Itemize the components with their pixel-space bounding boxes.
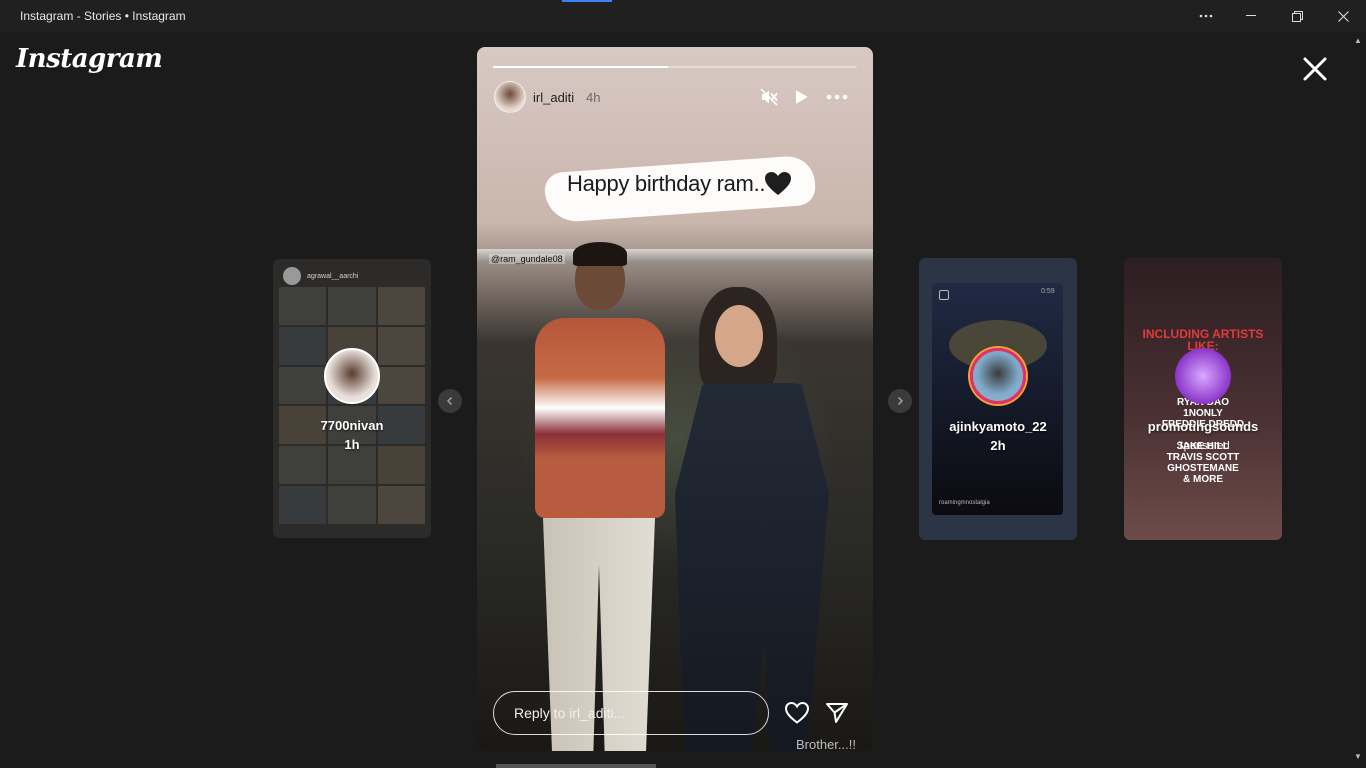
share-button[interactable]	[823, 699, 851, 727]
scroll-up-icon[interactable]: ▲	[1354, 36, 1362, 45]
story-time: 4h	[586, 90, 601, 105]
avatar	[1175, 348, 1231, 404]
story-username: promotingsounds	[1147, 419, 1259, 434]
chevron-left-icon	[446, 396, 453, 406]
window-titlebar: Instagram - Stories • Instagram	[0, 0, 1366, 32]
side-story-card[interactable]: 0:59 roamingmnostalgia ajinkyamoto_22 2h	[919, 258, 1077, 540]
more-horizontal-icon	[1199, 14, 1213, 18]
more-options-button[interactable]	[1183, 0, 1229, 32]
avatar	[283, 267, 301, 285]
previous-story-button[interactable]	[438, 389, 462, 413]
instagram-logo[interactable]: Instagram	[16, 44, 163, 74]
side-story-card[interactable]: agrawal__aarchi 7700nivan 1h	[273, 259, 431, 538]
story-more-button[interactable]	[825, 85, 849, 109]
sponsored-label: Sponsored	[1176, 440, 1230, 452]
minimize-button[interactable]	[1228, 0, 1274, 32]
scroll-down-icon[interactable]: ▼	[1354, 752, 1362, 761]
close-window-button[interactable]	[1320, 0, 1366, 32]
close-icon	[1337, 10, 1349, 22]
preview-footer: roamingmnostalgia	[939, 500, 990, 506]
black-heart-icon	[765, 172, 791, 195]
close-stories-button[interactable]	[1300, 54, 1330, 84]
like-button[interactable]	[783, 699, 811, 727]
avatar	[970, 348, 1026, 404]
story-progress-bar	[493, 66, 857, 68]
more-horizontal-icon	[826, 94, 848, 100]
close-icon	[1303, 57, 1327, 81]
minimize-icon	[1246, 15, 1256, 16]
avatar	[324, 348, 380, 404]
mute-button[interactable]	[757, 85, 781, 109]
avatar[interactable]	[494, 81, 526, 113]
play-button[interactable]	[789, 85, 813, 109]
send-icon	[826, 703, 848, 723]
next-story-button[interactable]	[888, 389, 912, 413]
story-photo-person	[667, 287, 837, 751]
story-time: 1h	[344, 437, 360, 452]
restore-icon	[1291, 10, 1303, 22]
preview-username: agrawal__aarchi	[307, 272, 359, 280]
chevron-right-icon	[897, 396, 904, 406]
reel-icon	[939, 290, 949, 300]
bottom-scroll-indicator	[496, 764, 656, 768]
page-scrollbar[interactable]: ▲ ▼	[1350, 32, 1366, 768]
story-username: 7700nivan	[320, 418, 384, 433]
story-time: 2h	[990, 438, 1006, 453]
reply-input[interactable]	[493, 691, 769, 735]
heart-icon	[784, 701, 810, 724]
story-username[interactable]: irl_aditi	[533, 90, 574, 105]
ad-line: TRAVIS SCOTT	[1166, 452, 1240, 463]
preview-user: agrawal__aarchi	[283, 267, 358, 285]
main-story[interactable]: irl_aditi 4h Happy birthday ram.. @ram_g…	[477, 47, 873, 751]
ad-line: & MORE	[1183, 474, 1223, 485]
titlebar-accent	[562, 0, 612, 2]
story-username: ajinkyamoto_22	[949, 419, 1047, 434]
preview-duration: 0:59	[1041, 288, 1055, 295]
window-title: Instagram - Stories • Instagram	[20, 9, 186, 23]
ad-line: 1NONLY	[1183, 408, 1223, 419]
play-icon	[796, 90, 808, 104]
story-progress-fill	[493, 66, 668, 68]
speaker-muted-icon	[760, 88, 778, 106]
ad-line: GHOSTEMANE	[1167, 463, 1239, 474]
mention-tag[interactable]: @ram_gundale08	[489, 254, 565, 264]
story-caption: Brother...!!	[796, 737, 856, 751]
story-photo-person	[529, 242, 669, 751]
sponsored-story-card[interactable]: INCLUDING ARTISTS LIKE: 2 PIE RYAN DAO 1…	[1124, 258, 1282, 540]
restore-button[interactable]	[1274, 0, 1320, 32]
story-sticker-text: Happy birthday ram..	[567, 171, 766, 196]
